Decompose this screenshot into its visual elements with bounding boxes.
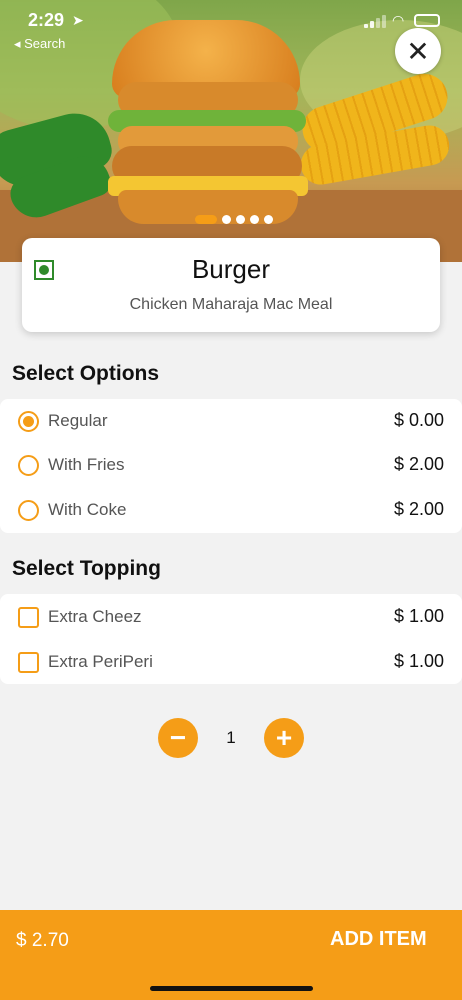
radio-button[interactable] (18, 500, 39, 521)
quantity-value: 1 (226, 728, 236, 747)
total-price: $ 2.70 (16, 930, 69, 951)
close-button[interactable]: ✕ (395, 28, 441, 74)
carousel-dots[interactable] (195, 214, 273, 224)
carousel-dot[interactable] (222, 214, 231, 224)
plus-icon: + (275, 722, 293, 753)
option-price: $ 2.00 (393, 499, 444, 519)
back-to-search-link[interactable]: ◂ Search (14, 36, 65, 52)
option-price: $ 0.00 (393, 410, 444, 430)
minus-icon: − (169, 722, 187, 753)
option-label: Regular (48, 411, 108, 430)
topping-label: Extra PeriPeri (48, 652, 153, 671)
option-price: $ 2.00 (393, 454, 444, 474)
options-heading: Select Options (12, 362, 160, 385)
option-row-with-coke[interactable]: With Coke $ 2.00 (0, 488, 462, 532)
option-row-regular[interactable]: Regular $ 0.00 (0, 399, 462, 443)
options-group: Regular $ 0.00 With Fries $ 2.00 With Co… (0, 399, 462, 533)
decrease-quantity-button[interactable]: − (158, 718, 198, 758)
option-label: With Fries (48, 455, 125, 474)
radio-button[interactable] (18, 411, 39, 432)
item-subtitle: Chicken Maharaja Mac Meal (129, 296, 333, 313)
carousel-dot[interactable] (264, 214, 273, 224)
status-bar: 2:29 ➤ ◂ Search ◠ (0, 0, 462, 56)
home-indicator[interactable] (150, 986, 313, 991)
radio-button[interactable] (18, 455, 39, 476)
add-item-bar: $ 2.70 ADD ITEM (0, 910, 462, 1000)
item-title: Burger (191, 254, 271, 284)
carousel-dot[interactable] (236, 214, 245, 224)
topping-price: $ 1.00 (393, 651, 444, 671)
topping-row-extra-periperi[interactable]: Extra PeriPeri $ 1.00 (0, 640, 462, 684)
item-title-card: Burger Chicken Maharaja Mac Meal (22, 238, 440, 332)
battery-icon (414, 14, 440, 27)
topping-group: Extra Cheez $ 1.00 Extra PeriPeri $ 1.00 (0, 594, 462, 684)
close-icon: ✕ (406, 35, 430, 67)
carousel-dot[interactable] (250, 214, 259, 224)
location-arrow-icon: ➤ (72, 12, 84, 28)
topping-label: Extra Cheez (48, 607, 142, 626)
option-label: With Coke (48, 500, 127, 519)
topping-price: $ 1.00 (393, 606, 444, 626)
option-row-with-fries[interactable]: With Fries $ 2.00 (0, 443, 462, 487)
wifi-icon: ◠ (392, 12, 405, 28)
cellular-signal-icon (364, 14, 386, 28)
topping-heading: Select Topping (12, 557, 161, 580)
checkbox[interactable] (18, 652, 39, 673)
topping-row-extra-cheez[interactable]: Extra Cheez $ 1.00 (0, 595, 462, 639)
status-time: 2:29 (28, 10, 65, 30)
increase-quantity-button[interactable]: + (264, 718, 304, 758)
checkbox[interactable] (18, 607, 39, 628)
carousel-dot[interactable] (195, 214, 217, 224)
add-item-button[interactable]: ADD ITEM (330, 928, 427, 951)
